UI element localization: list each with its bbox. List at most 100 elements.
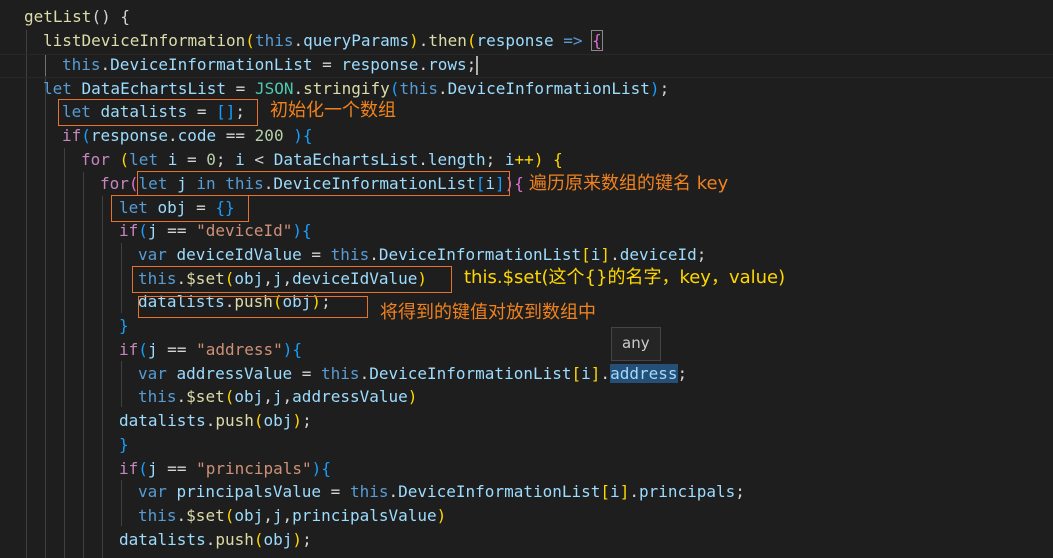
token: "address" xyxy=(196,340,283,359)
token: . xyxy=(293,31,304,50)
token: ( xyxy=(138,459,148,478)
code-line-1: getList() { xyxy=(24,6,130,28)
token: ) xyxy=(292,411,303,430)
token: ; xyxy=(215,150,236,169)
token: j xyxy=(147,340,158,359)
token: obj xyxy=(234,387,264,406)
token: == xyxy=(216,126,255,145)
token: i xyxy=(504,150,515,169)
token: queryParams xyxy=(303,31,410,50)
token: for xyxy=(81,150,110,169)
token: == xyxy=(157,459,197,478)
token: { xyxy=(514,174,524,193)
token: ] xyxy=(590,364,601,383)
token: == xyxy=(157,340,197,359)
token: 200 xyxy=(254,126,284,145)
token: . xyxy=(418,55,429,74)
token: ] xyxy=(600,245,611,264)
code-line-3: this.DeviceInformationList = response.ro… xyxy=(62,54,476,76)
token: ) xyxy=(283,126,303,145)
token: . xyxy=(610,245,620,264)
token: . xyxy=(437,79,448,98)
code-line-23: datalists.push(obj); xyxy=(119,529,312,551)
token: $set xyxy=(186,506,225,525)
token: "deviceId" xyxy=(196,221,293,240)
code-line-20: if(j == "principals"){ xyxy=(119,458,331,480)
highlight-box-for-in xyxy=(137,171,510,196)
token: ( xyxy=(224,387,235,406)
token: ) xyxy=(282,340,293,359)
token: [ xyxy=(571,364,582,383)
token: { xyxy=(302,126,313,145)
annotation-set-usage: this.$set(这个{}的名字，key，value) xyxy=(464,267,786,288)
token: = xyxy=(226,79,255,98)
token: => xyxy=(553,31,593,50)
code-line-22: this.$set(obj,j,principalsValue) xyxy=(138,505,446,527)
token: . xyxy=(369,245,379,264)
token: ) xyxy=(409,31,419,50)
token: push xyxy=(215,530,254,549)
token: == xyxy=(157,221,197,240)
token: ( xyxy=(138,221,148,240)
token: ( xyxy=(109,150,130,169)
annotation-iterate-keys: 遍历原来数组的键名 key xyxy=(529,173,729,194)
token: let xyxy=(43,79,82,98)
token: . xyxy=(176,387,187,406)
token: () { xyxy=(91,7,130,26)
token: ; xyxy=(302,411,312,430)
token: . xyxy=(418,150,428,169)
token: this xyxy=(138,387,177,406)
token: ( xyxy=(253,411,264,430)
indent-guide xyxy=(121,361,122,407)
token: then xyxy=(428,31,467,50)
token: . xyxy=(629,482,639,501)
token: = xyxy=(301,245,331,264)
code-line-14: } xyxy=(119,315,129,337)
token: ; xyxy=(696,245,707,264)
token: listDeviceInformation xyxy=(43,31,246,50)
token: DeviceInformationList xyxy=(398,482,601,501)
token: } xyxy=(119,316,129,335)
token: , xyxy=(263,387,273,406)
token: . xyxy=(205,411,216,430)
code-line-7: for (let i = 0; i < DataEchartsList.leng… xyxy=(81,149,563,171)
code-line-21: var principalsValue = this.DeviceInforma… xyxy=(138,481,745,503)
token: . xyxy=(418,31,429,50)
token: ) xyxy=(649,79,660,98)
token: = xyxy=(292,364,322,383)
code-line-2: listDeviceInformation(this.queryParams).… xyxy=(43,30,603,52)
token: length xyxy=(427,150,486,169)
token: DeviceInformationList xyxy=(378,245,582,264)
token: response xyxy=(476,31,554,50)
token: . xyxy=(359,364,370,383)
code-line-6: if(response.code == 200 ){ xyxy=(62,125,312,147)
token: ( xyxy=(245,31,255,50)
token: = xyxy=(177,150,207,169)
text-caret xyxy=(476,56,478,75)
code-editor[interactable]: getList() { listDeviceInformation(this.q… xyxy=(0,0,1053,558)
token: . xyxy=(388,482,399,501)
code-line-15: if(j == "address"){ xyxy=(119,339,302,361)
token: deviceId xyxy=(619,245,697,264)
token: ++) xyxy=(514,150,554,169)
token: var xyxy=(138,482,177,501)
token: DataEchartsList xyxy=(273,150,419,169)
token: ; xyxy=(659,79,670,98)
token: , xyxy=(282,506,293,525)
code-line-16: var addressValue = this.DeviceInformatio… xyxy=(138,363,687,385)
token: var xyxy=(138,364,177,383)
token: addressValue xyxy=(292,387,408,406)
hover-tooltip: any xyxy=(611,327,661,361)
token: ( xyxy=(81,126,91,145)
token: . xyxy=(600,364,611,383)
token: . xyxy=(167,126,178,145)
token: , xyxy=(263,506,273,525)
token: this xyxy=(349,482,389,501)
indent-guide xyxy=(45,54,46,558)
token: if xyxy=(119,459,139,478)
token: obj xyxy=(263,530,293,549)
indent-guide xyxy=(121,243,122,313)
token: response xyxy=(90,126,168,145)
token: . xyxy=(100,55,111,74)
token: { xyxy=(292,340,303,359)
